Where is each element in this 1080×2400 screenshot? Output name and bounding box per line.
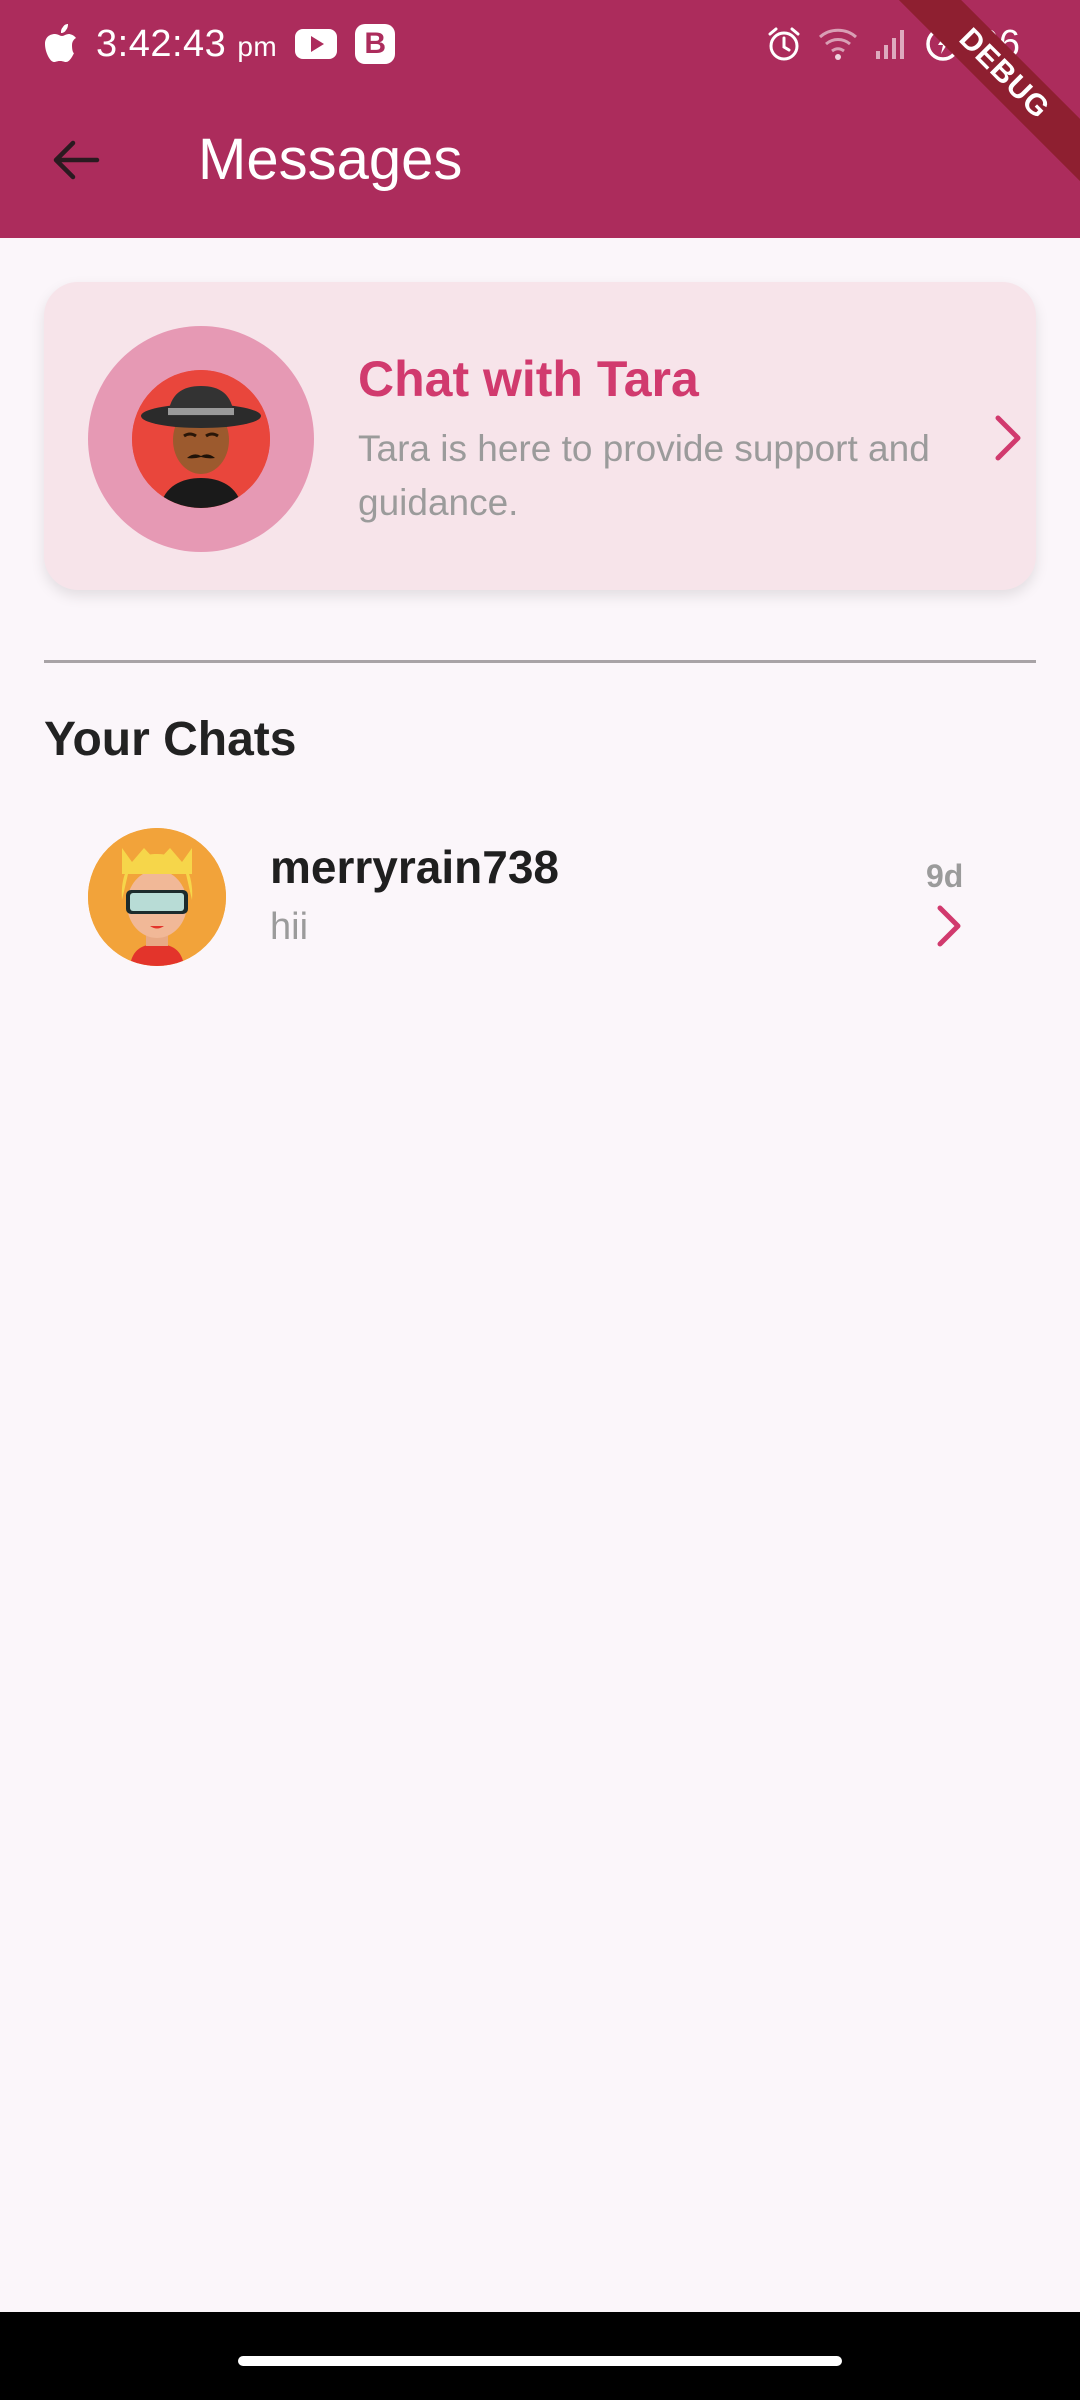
divider (44, 660, 1036, 663)
status-bar-right: 96 (766, 14, 1020, 74)
man-with-hat-avatar-icon (132, 370, 270, 508)
chat-timestamp: 9d (926, 858, 964, 894)
home-gesture-handle[interactable] (238, 2356, 842, 2366)
app-bar: Messages (0, 84, 1080, 238)
youtube-icon (295, 29, 338, 59)
alarm-icon (768, 27, 800, 61)
battery-saver-icon (925, 27, 960, 61)
tara-card-title: Chat with Tara (358, 351, 699, 407)
chevron-right-icon (937, 905, 961, 947)
chat-list-item[interactable]: merryrain738 hii 9d (44, 810, 1036, 980)
chat-with-tara-card[interactable]: Chat with Tara Tara is here to provide s… (44, 282, 1036, 590)
battery-level: 96 (977, 22, 1020, 65)
tara-avatar (88, 326, 314, 552)
b-app-icon: B (355, 24, 396, 64)
status-bar-left: 3:42:43 pm B (44, 14, 396, 74)
signal-icon (875, 30, 904, 59)
blonde-sunglasses-avatar-icon (88, 828, 226, 966)
clock-time: 3:42:43 pm (96, 22, 278, 65)
your-chats-heading: Your Chats (44, 713, 297, 766)
chat-username: merryrain738 (270, 841, 559, 893)
system-navigation-bar (0, 2312, 1080, 2400)
arrow-left-icon (53, 140, 100, 180)
wifi-icon (818, 28, 857, 60)
status-bar: 3:42:43 pm B 96 (0, 0, 1080, 84)
back-button[interactable] (40, 124, 112, 196)
tara-card-subtitle: Tara is here to provide support and guid… (358, 428, 930, 523)
user-avatar (88, 828, 226, 966)
apple-icon (45, 24, 76, 62)
chevron-right-icon (995, 415, 1021, 461)
page-title: Messages (198, 127, 463, 192)
chat-last-message: hii (270, 906, 309, 948)
